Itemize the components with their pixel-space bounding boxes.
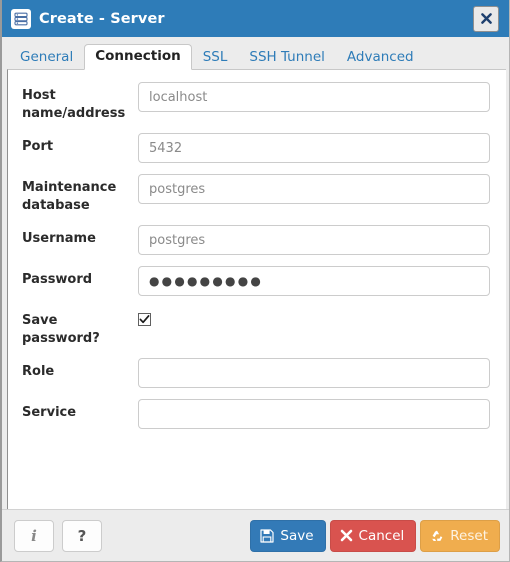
form-row-port: Port 5432 bbox=[22, 133, 490, 164]
server-icon bbox=[11, 8, 31, 29]
dialog-footer: i ? Save Cancel Reset bbox=[2, 509, 509, 561]
form-row-save-password: Save password? bbox=[22, 307, 490, 347]
port-input[interactable]: 5432 bbox=[138, 133, 490, 164]
save-button-label: Save bbox=[280, 527, 314, 544]
create-server-dialog: Create - Server General Connection SSL S… bbox=[0, 0, 510, 562]
close-icon[interactable] bbox=[473, 5, 499, 32]
recycle-icon bbox=[430, 529, 444, 543]
cancel-button[interactable]: Cancel bbox=[329, 519, 417, 552]
reset-button-label: Reset bbox=[450, 527, 488, 544]
tab-general[interactable]: General bbox=[9, 45, 84, 71]
password-input[interactable]: ●●●●●●●●● bbox=[138, 266, 490, 297]
form-row-service: Service bbox=[22, 399, 490, 430]
floppy-disk-icon bbox=[260, 528, 275, 543]
dialog-title: Create - Server bbox=[39, 10, 165, 27]
host-label: Host name/address bbox=[22, 88, 126, 121]
tab-connection[interactable]: Connection bbox=[84, 43, 192, 70]
reset-button[interactable]: Reset bbox=[420, 519, 500, 552]
close-x-icon bbox=[340, 529, 353, 542]
form-row-host: Host name/address localhost bbox=[22, 82, 490, 122]
port-label: Port bbox=[22, 139, 54, 155]
form-row-username: Username postgres bbox=[22, 225, 490, 256]
tab-ssh-tunnel[interactable]: SSH Tunnel bbox=[238, 45, 336, 71]
help-button[interactable]: ? bbox=[62, 519, 102, 552]
save-password-checkbox[interactable] bbox=[138, 313, 151, 327]
form-row-password: Password ●●●●●●●●● bbox=[22, 266, 490, 297]
form-row-maintenance-database: Maintenance database postgres bbox=[22, 174, 490, 214]
save-button[interactable]: Save bbox=[250, 519, 326, 552]
tab-panel-connection: Host name/address localhost Port 5432 Ma… bbox=[7, 69, 506, 509]
service-input[interactable] bbox=[138, 399, 490, 430]
tab-advanced[interactable]: Advanced bbox=[336, 45, 425, 71]
host-input[interactable]: localhost bbox=[138, 82, 490, 112]
maintenance-database-input[interactable]: postgres bbox=[138, 174, 490, 205]
role-input[interactable] bbox=[138, 358, 490, 389]
role-label: Role bbox=[22, 364, 55, 380]
cancel-button-label: Cancel bbox=[358, 527, 405, 544]
maintenance-database-label: Maintenance database bbox=[22, 180, 117, 213]
tab-ssl[interactable]: SSL bbox=[192, 45, 239, 71]
password-label: Password bbox=[22, 272, 93, 288]
username-input[interactable]: postgres bbox=[138, 225, 490, 256]
tab-strip: General Connection SSL SSH Tunnel Advanc… bbox=[2, 37, 509, 71]
service-label: Service bbox=[22, 405, 77, 421]
dialog-titlebar: Create - Server bbox=[2, 0, 509, 37]
save-password-label: Save password? bbox=[22, 313, 100, 346]
form-row-role: Role bbox=[22, 358, 490, 389]
info-button[interactable]: i bbox=[14, 519, 54, 552]
username-label: Username bbox=[22, 231, 96, 247]
connection-form: Host name/address localhost Port 5432 Ma… bbox=[8, 70, 506, 430]
